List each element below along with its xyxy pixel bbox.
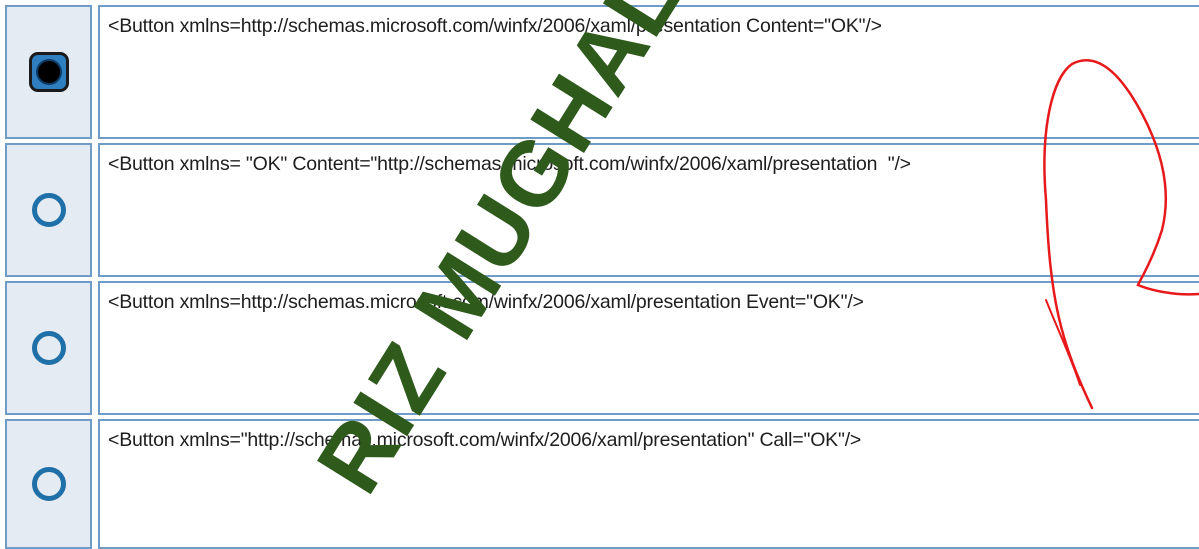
option-text-cell-2[interactable]: <Button xmlns= "OK" Content="http://sche… <box>98 143 1199 277</box>
radio-unselected-icon[interactable] <box>31 467 66 501</box>
radio-unselected-icon[interactable] <box>31 193 66 227</box>
option-row-2: <Button xmlns= "OK" Content="http://sche… <box>0 143 1199 277</box>
radio-selected-icon[interactable] <box>28 52 69 92</box>
radio-unselected-icon[interactable] <box>31 331 66 365</box>
option-row-1: <Button xmlns=http://schemas.microsoft.c… <box>0 5 1199 139</box>
option-text-4: <Button xmlns="http://schemas.microsoft.… <box>108 429 862 451</box>
option-row-4: <Button xmlns="http://schemas.microsoft.… <box>0 419 1199 549</box>
option-text-cell-1[interactable]: <Button xmlns=http://schemas.microsoft.c… <box>98 5 1199 139</box>
option-text-cell-3[interactable]: <Button xmlns=http://schemas.microsoft.c… <box>98 281 1199 415</box>
option-text-3: <Button xmlns=http://schemas.microsoft.c… <box>108 291 864 313</box>
option-radio-cell-3 <box>5 281 92 415</box>
option-radio-cell-1 <box>5 5 92 139</box>
option-text-cell-4[interactable]: <Button xmlns="http://schemas.microsoft.… <box>98 419 1199 549</box>
option-text-1: <Button xmlns=http://schemas.microsoft.c… <box>108 15 882 37</box>
option-text-2: <Button xmlns= "OK" Content="http://sche… <box>108 153 911 175</box>
option-row-3: <Button xmlns=http://schemas.microsoft.c… <box>0 281 1199 415</box>
option-radio-cell-2 <box>5 143 92 277</box>
option-radio-cell-4 <box>5 419 92 549</box>
